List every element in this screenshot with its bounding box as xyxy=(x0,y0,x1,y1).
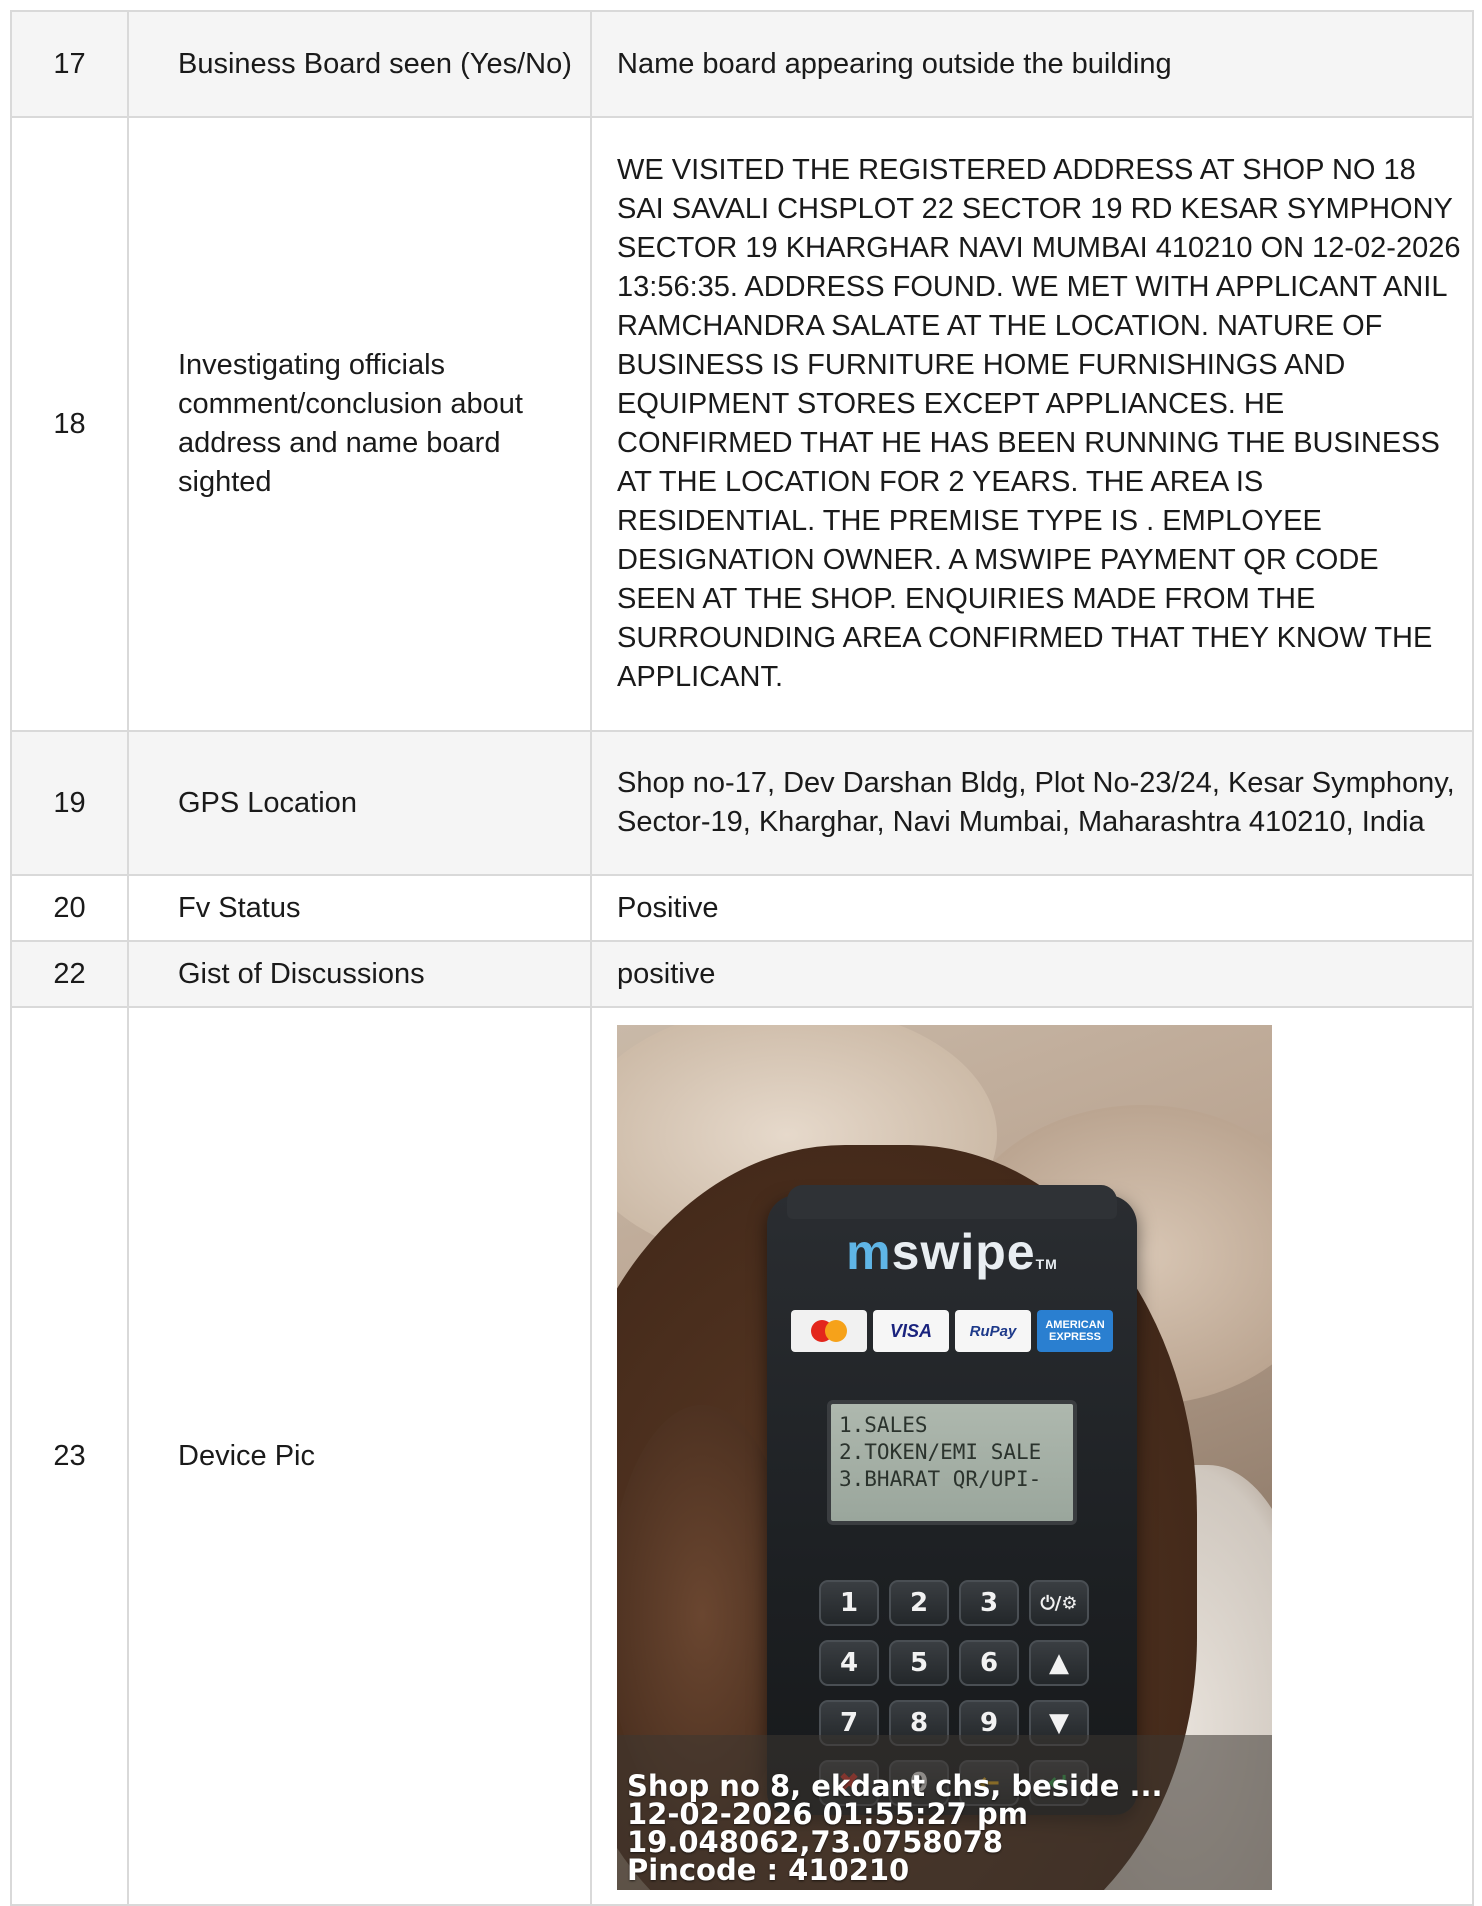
key-6: 6 xyxy=(959,1640,1019,1686)
mswipe-logo: mswipeTM xyxy=(846,1224,1058,1280)
key-3: 3 xyxy=(959,1580,1019,1626)
table-row: 18 Investigating officials comment/concl… xyxy=(10,116,1474,732)
row-number: 19 xyxy=(10,730,129,876)
row-value: Positive xyxy=(590,874,1474,942)
arrow-up-icon: ▲ xyxy=(1029,1640,1089,1686)
caption-timestamp: 12-02-2026 01:55:27 pm xyxy=(627,1797,1028,1831)
row-label: Investigating officials comment/conclusi… xyxy=(127,116,592,732)
row-label: Fv Status xyxy=(127,874,592,942)
row-value: positive xyxy=(590,940,1474,1008)
table-row: 22 Gist of Discussions positive xyxy=(10,940,1474,1008)
row-label: Gist of Discussions xyxy=(127,940,592,1008)
caption-coordinates: 19.048062,73.0758078 xyxy=(627,1825,1004,1859)
power-settings-icon: ⏻/⚙ xyxy=(1029,1580,1089,1626)
visa-logo: VISA xyxy=(873,1310,949,1352)
device-photo: mswipeTM VISA RuPay AMERICAN EXPRESS 1.S… xyxy=(617,1025,1272,1890)
row-value: WE VISITED THE REGISTERED ADDRESS AT SHO… xyxy=(590,116,1474,732)
caption-pincode: Pincode : 410210 xyxy=(627,1853,910,1887)
card-logos: VISA RuPay AMERICAN EXPRESS xyxy=(791,1310,1113,1352)
row-number: 20 xyxy=(10,874,129,942)
mastercard-logo xyxy=(791,1310,867,1352)
table-row: 19 GPS Location Shop no-17, Dev Darshan … xyxy=(10,730,1474,876)
key-1: 1 xyxy=(819,1580,879,1626)
table-row: 23 Device Pic mswipeTM VISA RuPay AMERIC… xyxy=(10,1006,1474,1906)
row-number: 23 xyxy=(10,1006,129,1906)
key-5: 5 xyxy=(889,1640,949,1686)
screen-line: 1.SALES xyxy=(839,1413,928,1437)
screen-line: 3.BHARAT QR/UPI- xyxy=(839,1467,1042,1491)
row-value: Shop no-17, Dev Darshan Bldg, Plot No-23… xyxy=(590,730,1474,876)
row-label: GPS Location xyxy=(127,730,592,876)
table-row: 20 Fv Status Positive xyxy=(10,874,1474,942)
verification-report: 17 Business Board seen (Yes/No) Name boa… xyxy=(10,10,1474,1906)
caption-address: Shop no 8, ekdant chs, beside ... xyxy=(627,1769,1163,1803)
amex-logo: AMERICAN EXPRESS xyxy=(1037,1310,1113,1352)
terminal-top xyxy=(787,1185,1117,1219)
rupay-logo: RuPay xyxy=(955,1310,1031,1352)
key-2: 2 xyxy=(889,1580,949,1626)
row-number: 18 xyxy=(10,116,129,732)
row-label: Device Pic xyxy=(127,1006,592,1906)
terminal-screen: 1.SALES 2.TOKEN/EMI SALE 3.BHARAT QR/UPI… xyxy=(827,1400,1077,1525)
row-number: 17 xyxy=(10,10,129,118)
device-pic-cell: mswipeTM VISA RuPay AMERICAN EXPRESS 1.S… xyxy=(590,1006,1474,1906)
pos-terminal: mswipeTM VISA RuPay AMERICAN EXPRESS 1.S… xyxy=(767,1185,1137,1815)
photo-caption: Shop no 8, ekdant chs, beside ... 12-02-… xyxy=(627,1769,1163,1887)
row-number: 22 xyxy=(10,940,129,1008)
field-verification-table: 17 Business Board seen (Yes/No) Name boa… xyxy=(10,10,1474,1906)
row-value: Name board appearing outside the buildin… xyxy=(590,10,1474,118)
screen-line: 2.TOKEN/EMI SALE xyxy=(839,1440,1042,1464)
key-4: 4 xyxy=(819,1640,879,1686)
row-label: Business Board seen (Yes/No) xyxy=(127,10,592,118)
table-row: 17 Business Board seen (Yes/No) Name boa… xyxy=(10,10,1474,118)
